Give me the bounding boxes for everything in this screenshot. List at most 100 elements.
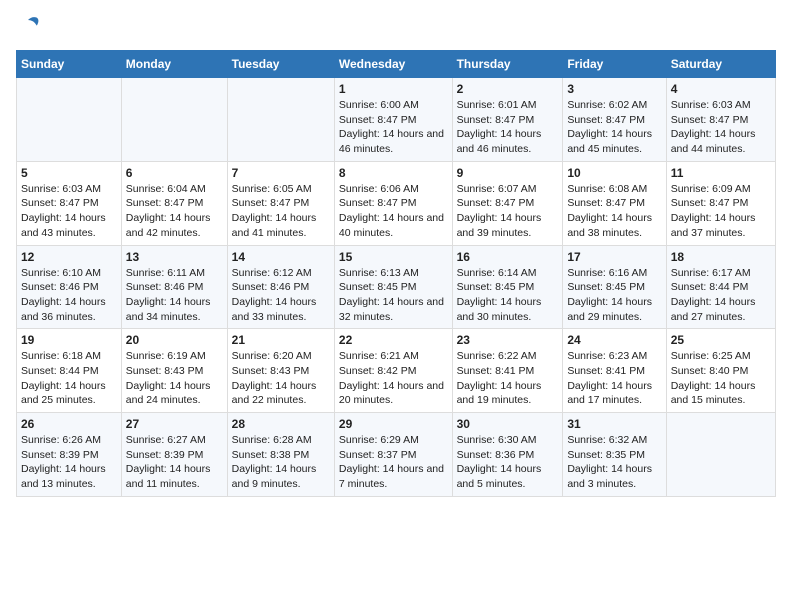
daylight-text: Daylight: 14 hours and 22 minutes.	[232, 380, 317, 407]
sunset-text: Sunset: 8:47 PM	[232, 197, 310, 209]
calendar-cell: 5 Sunrise: 6:03 AM Sunset: 8:47 PM Dayli…	[17, 161, 122, 245]
sunrise-text: Sunrise: 6:20 AM	[232, 350, 312, 362]
daylight-text: Daylight: 14 hours and 25 minutes.	[21, 380, 106, 407]
day-number: 27	[126, 417, 223, 431]
week-row-5: 26 Sunrise: 6:26 AM Sunset: 8:39 PM Dayl…	[17, 413, 776, 497]
calendar-cell: 22 Sunrise: 6:21 AM Sunset: 8:42 PM Dayl…	[334, 329, 452, 413]
daylight-text: Daylight: 14 hours and 7 minutes.	[339, 463, 444, 490]
calendar-cell: 29 Sunrise: 6:29 AM Sunset: 8:37 PM Dayl…	[334, 413, 452, 497]
cell-content: Sunrise: 6:27 AM Sunset: 8:39 PM Dayligh…	[126, 433, 223, 492]
daylight-text: Daylight: 14 hours and 3 minutes.	[567, 463, 652, 490]
cell-content: Sunrise: 6:03 AM Sunset: 8:47 PM Dayligh…	[21, 182, 117, 241]
day-number: 30	[457, 417, 559, 431]
calendar-cell: 15 Sunrise: 6:13 AM Sunset: 8:45 PM Dayl…	[334, 245, 452, 329]
cell-content: Sunrise: 6:20 AM Sunset: 8:43 PM Dayligh…	[232, 349, 330, 408]
calendar-cell: 24 Sunrise: 6:23 AM Sunset: 8:41 PM Dayl…	[563, 329, 666, 413]
calendar-cell: 18 Sunrise: 6:17 AM Sunset: 8:44 PM Dayl…	[666, 245, 775, 329]
cell-content: Sunrise: 6:26 AM Sunset: 8:39 PM Dayligh…	[21, 433, 117, 492]
sunrise-text: Sunrise: 6:32 AM	[567, 434, 647, 446]
day-number: 21	[232, 333, 330, 347]
calendar-table: SundayMondayTuesdayWednesdayThursdayFrid…	[16, 50, 776, 497]
day-number: 26	[21, 417, 117, 431]
week-row-3: 12 Sunrise: 6:10 AM Sunset: 8:46 PM Dayl…	[17, 245, 776, 329]
day-number: 8	[339, 166, 448, 180]
cell-content: Sunrise: 6:11 AM Sunset: 8:46 PM Dayligh…	[126, 266, 223, 325]
sunset-text: Sunset: 8:41 PM	[457, 365, 535, 377]
sunset-text: Sunset: 8:39 PM	[126, 449, 204, 461]
day-number: 6	[126, 166, 223, 180]
calendar-cell	[666, 413, 775, 497]
day-number: 4	[671, 82, 771, 96]
day-number: 16	[457, 250, 559, 264]
daylight-text: Daylight: 14 hours and 45 minutes.	[567, 128, 652, 155]
sunrise-text: Sunrise: 6:28 AM	[232, 434, 312, 446]
sunrise-text: Sunrise: 6:10 AM	[21, 267, 101, 279]
sunset-text: Sunset: 8:47 PM	[21, 197, 99, 209]
daylight-text: Daylight: 14 hours and 46 minutes.	[339, 128, 444, 155]
daylight-text: Daylight: 14 hours and 27 minutes.	[671, 296, 756, 323]
day-number: 18	[671, 250, 771, 264]
calendar-cell: 26 Sunrise: 6:26 AM Sunset: 8:39 PM Dayl…	[17, 413, 122, 497]
calendar-cell: 10 Sunrise: 6:08 AM Sunset: 8:47 PM Dayl…	[563, 161, 666, 245]
sunset-text: Sunset: 8:47 PM	[339, 114, 417, 126]
sunrise-text: Sunrise: 6:11 AM	[126, 267, 205, 279]
header-cell-friday: Friday	[563, 51, 666, 78]
daylight-text: Daylight: 14 hours and 19 minutes.	[457, 380, 542, 407]
day-number: 7	[232, 166, 330, 180]
calendar-cell	[121, 78, 227, 162]
logo	[16, 16, 44, 40]
day-number: 28	[232, 417, 330, 431]
sunset-text: Sunset: 8:46 PM	[232, 281, 310, 293]
day-number: 3	[567, 82, 661, 96]
calendar-cell: 19 Sunrise: 6:18 AM Sunset: 8:44 PM Dayl…	[17, 329, 122, 413]
day-number: 22	[339, 333, 448, 347]
calendar-cell: 23 Sunrise: 6:22 AM Sunset: 8:41 PM Dayl…	[452, 329, 563, 413]
cell-content: Sunrise: 6:10 AM Sunset: 8:46 PM Dayligh…	[21, 266, 117, 325]
daylight-text: Daylight: 14 hours and 39 minutes.	[457, 212, 542, 239]
calendar-cell: 27 Sunrise: 6:27 AM Sunset: 8:39 PM Dayl…	[121, 413, 227, 497]
day-number: 5	[21, 166, 117, 180]
calendar-cell: 2 Sunrise: 6:01 AM Sunset: 8:47 PM Dayli…	[452, 78, 563, 162]
cell-content: Sunrise: 6:07 AM Sunset: 8:47 PM Dayligh…	[457, 182, 559, 241]
sunrise-text: Sunrise: 6:00 AM	[339, 99, 419, 111]
daylight-text: Daylight: 14 hours and 17 minutes.	[567, 380, 652, 407]
sunset-text: Sunset: 8:44 PM	[671, 281, 749, 293]
cell-content: Sunrise: 6:29 AM Sunset: 8:37 PM Dayligh…	[339, 433, 448, 492]
sunset-text: Sunset: 8:45 PM	[339, 281, 417, 293]
cell-content: Sunrise: 6:28 AM Sunset: 8:38 PM Dayligh…	[232, 433, 330, 492]
day-number: 23	[457, 333, 559, 347]
calendar-cell: 8 Sunrise: 6:06 AM Sunset: 8:47 PM Dayli…	[334, 161, 452, 245]
calendar-cell: 11 Sunrise: 6:09 AM Sunset: 8:47 PM Dayl…	[666, 161, 775, 245]
cell-content: Sunrise: 6:14 AM Sunset: 8:45 PM Dayligh…	[457, 266, 559, 325]
sunrise-text: Sunrise: 6:29 AM	[339, 434, 419, 446]
sunrise-text: Sunrise: 6:07 AM	[457, 183, 537, 195]
sunset-text: Sunset: 8:47 PM	[126, 197, 204, 209]
header-cell-monday: Monday	[121, 51, 227, 78]
sunrise-text: Sunrise: 6:02 AM	[567, 99, 647, 111]
daylight-text: Daylight: 14 hours and 5 minutes.	[457, 463, 542, 490]
daylight-text: Daylight: 14 hours and 42 minutes.	[126, 212, 211, 239]
daylight-text: Daylight: 14 hours and 46 minutes.	[457, 128, 542, 155]
calendar-cell: 14 Sunrise: 6:12 AM Sunset: 8:46 PM Dayl…	[227, 245, 334, 329]
sunrise-text: Sunrise: 6:27 AM	[126, 434, 206, 446]
cell-content: Sunrise: 6:25 AM Sunset: 8:40 PM Dayligh…	[671, 349, 771, 408]
daylight-text: Daylight: 14 hours and 33 minutes.	[232, 296, 317, 323]
calendar-cell: 30 Sunrise: 6:30 AM Sunset: 8:36 PM Dayl…	[452, 413, 563, 497]
day-number: 11	[671, 166, 771, 180]
day-number: 24	[567, 333, 661, 347]
day-number: 1	[339, 82, 448, 96]
daylight-text: Daylight: 14 hours and 34 minutes.	[126, 296, 211, 323]
daylight-text: Daylight: 14 hours and 36 minutes.	[21, 296, 106, 323]
calendar-cell: 31 Sunrise: 6:32 AM Sunset: 8:35 PM Dayl…	[563, 413, 666, 497]
calendar-cell: 1 Sunrise: 6:00 AM Sunset: 8:47 PM Dayli…	[334, 78, 452, 162]
header-cell-saturday: Saturday	[666, 51, 775, 78]
cell-content: Sunrise: 6:02 AM Sunset: 8:47 PM Dayligh…	[567, 98, 661, 157]
day-number: 31	[567, 417, 661, 431]
cell-content: Sunrise: 6:13 AM Sunset: 8:45 PM Dayligh…	[339, 266, 448, 325]
calendar-cell: 20 Sunrise: 6:19 AM Sunset: 8:43 PM Dayl…	[121, 329, 227, 413]
cell-content: Sunrise: 6:19 AM Sunset: 8:43 PM Dayligh…	[126, 349, 223, 408]
header-cell-sunday: Sunday	[17, 51, 122, 78]
sunset-text: Sunset: 8:46 PM	[21, 281, 99, 293]
day-number: 15	[339, 250, 448, 264]
sunrise-text: Sunrise: 6:30 AM	[457, 434, 537, 446]
